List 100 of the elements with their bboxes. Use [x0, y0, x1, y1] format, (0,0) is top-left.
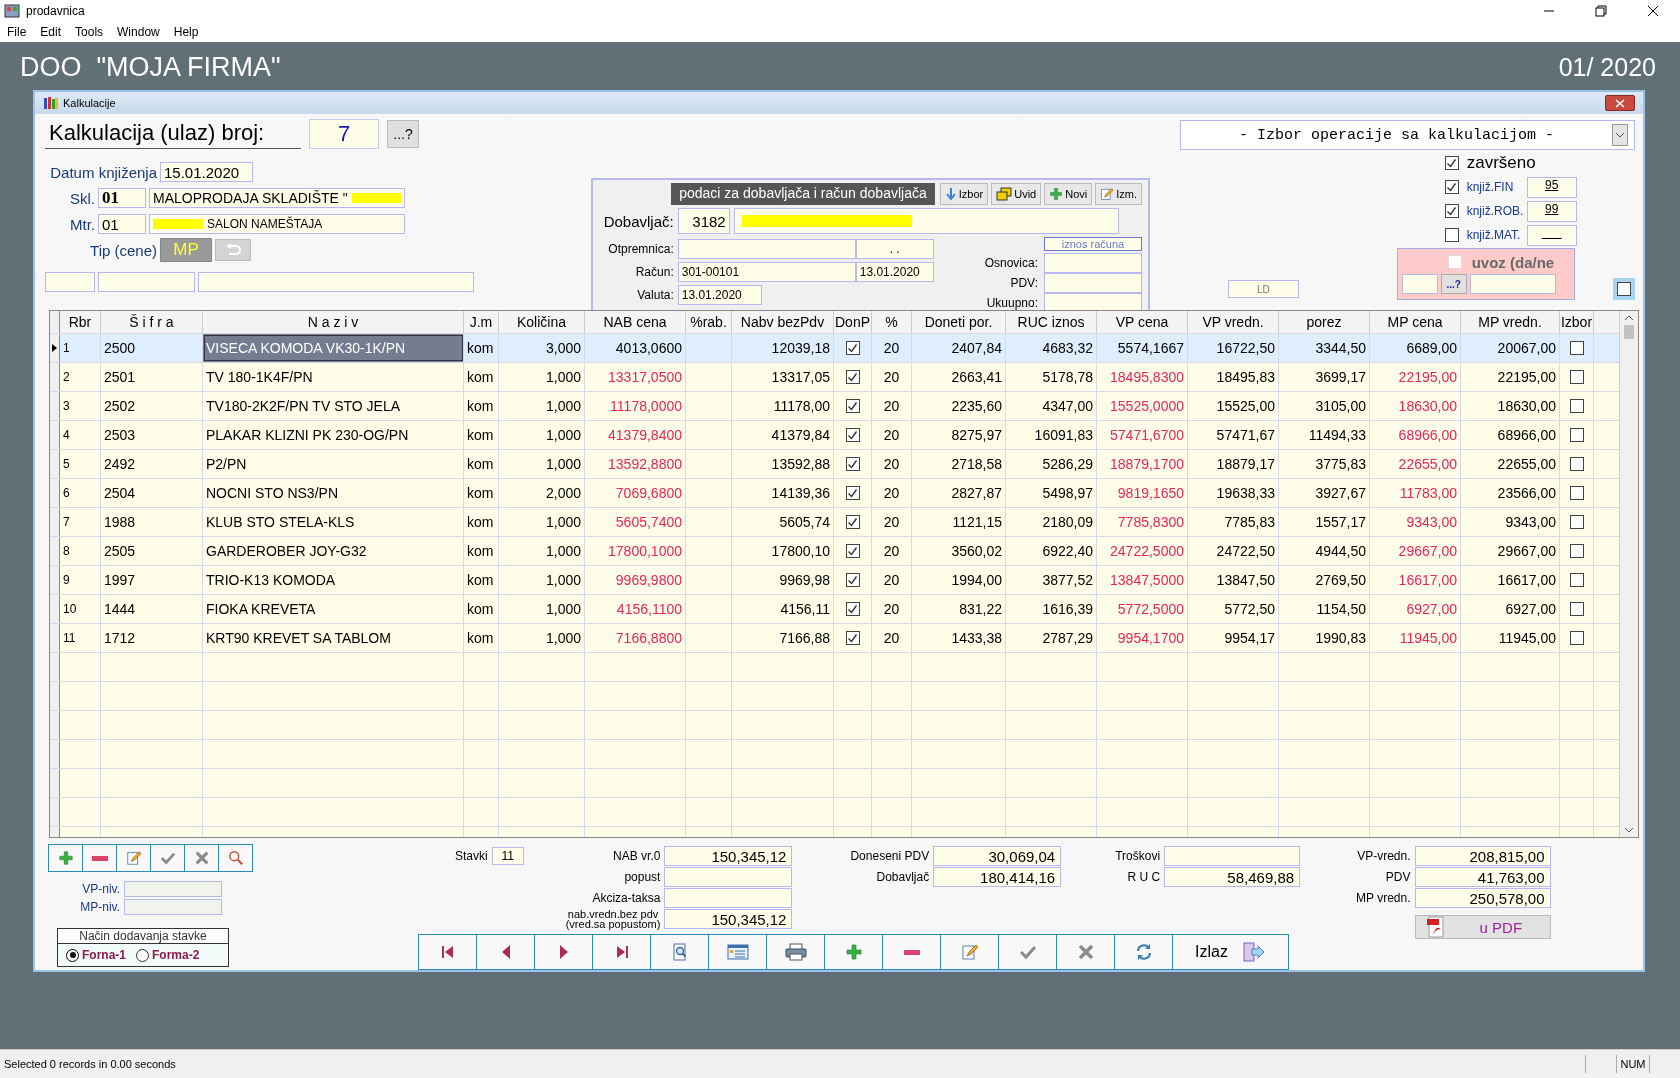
table-row[interactable]: 11 1712 KRT90 KREVET SA TABLOM kom 1,000 7166,8800 7166,88 20 1433,38 2787,29 9954,1700 9954,17 1990,83 11945,00 11945,00	[50, 624, 1619, 653]
new-button[interactable]: Novi	[1044, 183, 1093, 205]
column-header[interactable]: MP vredn.	[1461, 311, 1560, 333]
column-header[interactable]: Nabv bezPdv	[732, 311, 834, 333]
remove-button[interactable]	[882, 934, 941, 970]
pdf-button[interactable]: u PDF	[1414, 915, 1551, 939]
posting-field[interactable]: 99	[1526, 200, 1577, 222]
scrollbar[interactable]	[1619, 311, 1638, 837]
menu-item[interactable]: Help	[168, 25, 204, 39]
column-header[interactable]: Izbor	[1560, 311, 1594, 333]
row-header-cell[interactable]	[50, 653, 60, 681]
checkbox[interactable]	[845, 573, 860, 587]
close-button[interactable]	[1605, 95, 1635, 111]
last-button[interactable]	[592, 934, 651, 970]
row-header-cell[interactable]	[50, 595, 60, 623]
table-row[interactable]: 4 2503 PLAKAR KLIZNI PK 230-OG/PN kom 1,000 41379,8400 41379,84 20 8275,97 16091,83 57471,6700 57471,67 11494,33 68966,00 68966,00	[50, 421, 1619, 450]
column-header[interactable]: DonP	[834, 311, 872, 333]
checkbox[interactable]	[845, 515, 860, 529]
refresh-button[interactable]	[1114, 934, 1173, 970]
row-header-cell[interactable]	[50, 363, 60, 391]
checkbox[interactable]	[1444, 156, 1459, 170]
row-header-cell[interactable]	[50, 798, 60, 826]
checkbox[interactable]	[845, 341, 860, 355]
checkbox[interactable]	[1444, 204, 1459, 218]
operation-dropdown[interactable]: - Izbor operacije sa kalkulacijom -	[1180, 120, 1635, 150]
amount-field[interactable]	[1044, 273, 1142, 293]
checkbox[interactable]	[1569, 457, 1584, 471]
remove-button[interactable]	[82, 844, 117, 872]
table-row[interactable]: 5 2492 P2/PN kom 1,000 13592,8800 13592,88 20 2718,58 5286,29 18879,1700 18879,17 3775,83 22655,00 22655,00	[50, 450, 1619, 479]
row-header-cell[interactable]	[50, 711, 60, 739]
checkbox[interactable]	[845, 399, 860, 413]
checkbox[interactable]	[845, 370, 860, 384]
checkbox[interactable]	[845, 457, 860, 471]
date-field[interactable]: 13.01.2020	[677, 284, 762, 305]
column-header[interactable]: Doneti por.	[912, 311, 1006, 333]
supplier-name-field[interactable]	[733, 208, 1119, 234]
column-header[interactable]: N a z i v	[203, 311, 464, 333]
view-button[interactable]: Uvid	[991, 183, 1042, 205]
table-row[interactable]: 2 2501 TV 180-1K4F/PN kom 1,000 13317,0500 13317,05 20 2663,41 5178,78 18495,8300 18495,83 3699,17 22195,00 22195,00	[50, 363, 1619, 392]
menu-item[interactable]: File	[2, 25, 32, 39]
restore-icon[interactable]	[1595, 5, 1607, 17]
radio-button[interactable]	[136, 948, 149, 962]
column-header[interactable]: porez	[1279, 311, 1370, 333]
menu-item[interactable]: Window	[112, 25, 165, 39]
checkbox[interactable]	[1444, 180, 1459, 194]
number-field[interactable]: 7	[309, 119, 379, 149]
scrollbar-thumb[interactable]	[1624, 325, 1634, 339]
posting-field[interactable]	[1526, 224, 1577, 246]
code-field[interactable]: 01	[98, 188, 146, 208]
checkbox[interactable]	[1569, 573, 1584, 587]
invoice-field[interactable]: 301-00101	[677, 261, 856, 282]
row-header-cell[interactable]	[50, 537, 60, 565]
confirm-button[interactable]	[150, 844, 185, 872]
checkbox[interactable]	[1569, 486, 1584, 500]
checkbox[interactable]	[1569, 399, 1584, 413]
checkbox[interactable]	[1444, 228, 1459, 242]
table-row[interactable]: 1 2500 VISECA KOMODA VK30-1K/PN kom 3,000 4013,0600 12039,18 20 2407,84 4683,32 5574,1667 16722,50 3344,50 6689,00 20067,00	[50, 334, 1619, 363]
input-field[interactable]	[98, 272, 195, 292]
column-header[interactable]: Količina	[499, 311, 585, 333]
preview-button[interactable]	[650, 934, 709, 970]
previous-button[interactable]	[476, 934, 535, 970]
input-field[interactable]	[1469, 274, 1556, 294]
input-field[interactable]	[124, 881, 222, 897]
edit-button[interactable]: Izm.	[1095, 183, 1142, 205]
row-header-cell[interactable]	[50, 624, 60, 652]
row-header-cell[interactable]	[50, 421, 60, 449]
checkbox[interactable]	[845, 428, 860, 442]
table-row[interactable]: 6 2504 NOCNI STO NS3/PN kom 2,000 7069,6800 14139,36 20 2827,87 5498,97 9819,1650 19638,33 3927,67 11783,00 23566,00	[50, 479, 1619, 508]
next-button[interactable]	[534, 934, 593, 970]
column-header[interactable]: MP cena	[1370, 311, 1461, 333]
checkbox[interactable]	[845, 602, 860, 616]
date-field[interactable]: 15.01.2020	[160, 162, 253, 182]
date-field[interactable]: 13.01.2020	[855, 261, 934, 282]
select-all-checkbox[interactable]	[1612, 278, 1635, 300]
delivery-note-field[interactable]	[677, 238, 856, 259]
menu-item[interactable]: Edit	[35, 25, 67, 39]
input-field[interactable]	[45, 272, 95, 292]
checkbox[interactable]	[1569, 515, 1584, 529]
checkbox[interactable]	[845, 544, 860, 558]
code-field[interactable]: 01	[98, 214, 146, 234]
checkbox[interactable]	[1569, 341, 1584, 355]
checkbox[interactable]	[1569, 602, 1584, 616]
lookup-button[interactable]: ...?	[1440, 274, 1467, 294]
exit-button[interactable]: Izlaz	[1172, 934, 1289, 970]
table-row[interactable]: 7 1988 KLUB STO STELA-KLS kom 1,000 5605,7400 5605,74 20 1121,15 2180,09 7785,8300 7785,83 1557,17 9343,00 9343,00	[50, 508, 1619, 537]
input-field[interactable]	[124, 899, 222, 915]
select-button[interactable]: Izbor	[939, 183, 989, 205]
checkbox[interactable]	[845, 631, 860, 645]
print-button[interactable]	[766, 934, 825, 970]
row-header-cell[interactable]	[50, 334, 60, 362]
column-header[interactable]: Rbr	[60, 311, 101, 333]
ld-field[interactable]: LD	[1228, 280, 1299, 298]
checkbox[interactable]	[845, 486, 860, 500]
search-button[interactable]	[218, 844, 253, 872]
amount-field[interactable]	[1044, 293, 1142, 313]
confirm-button[interactable]	[998, 934, 1057, 970]
cancel-button[interactable]	[184, 844, 219, 872]
column-header[interactable]: NAB cena	[585, 311, 686, 333]
first-button[interactable]	[418, 934, 477, 970]
lookup-button[interactable]: ...?	[387, 120, 419, 148]
